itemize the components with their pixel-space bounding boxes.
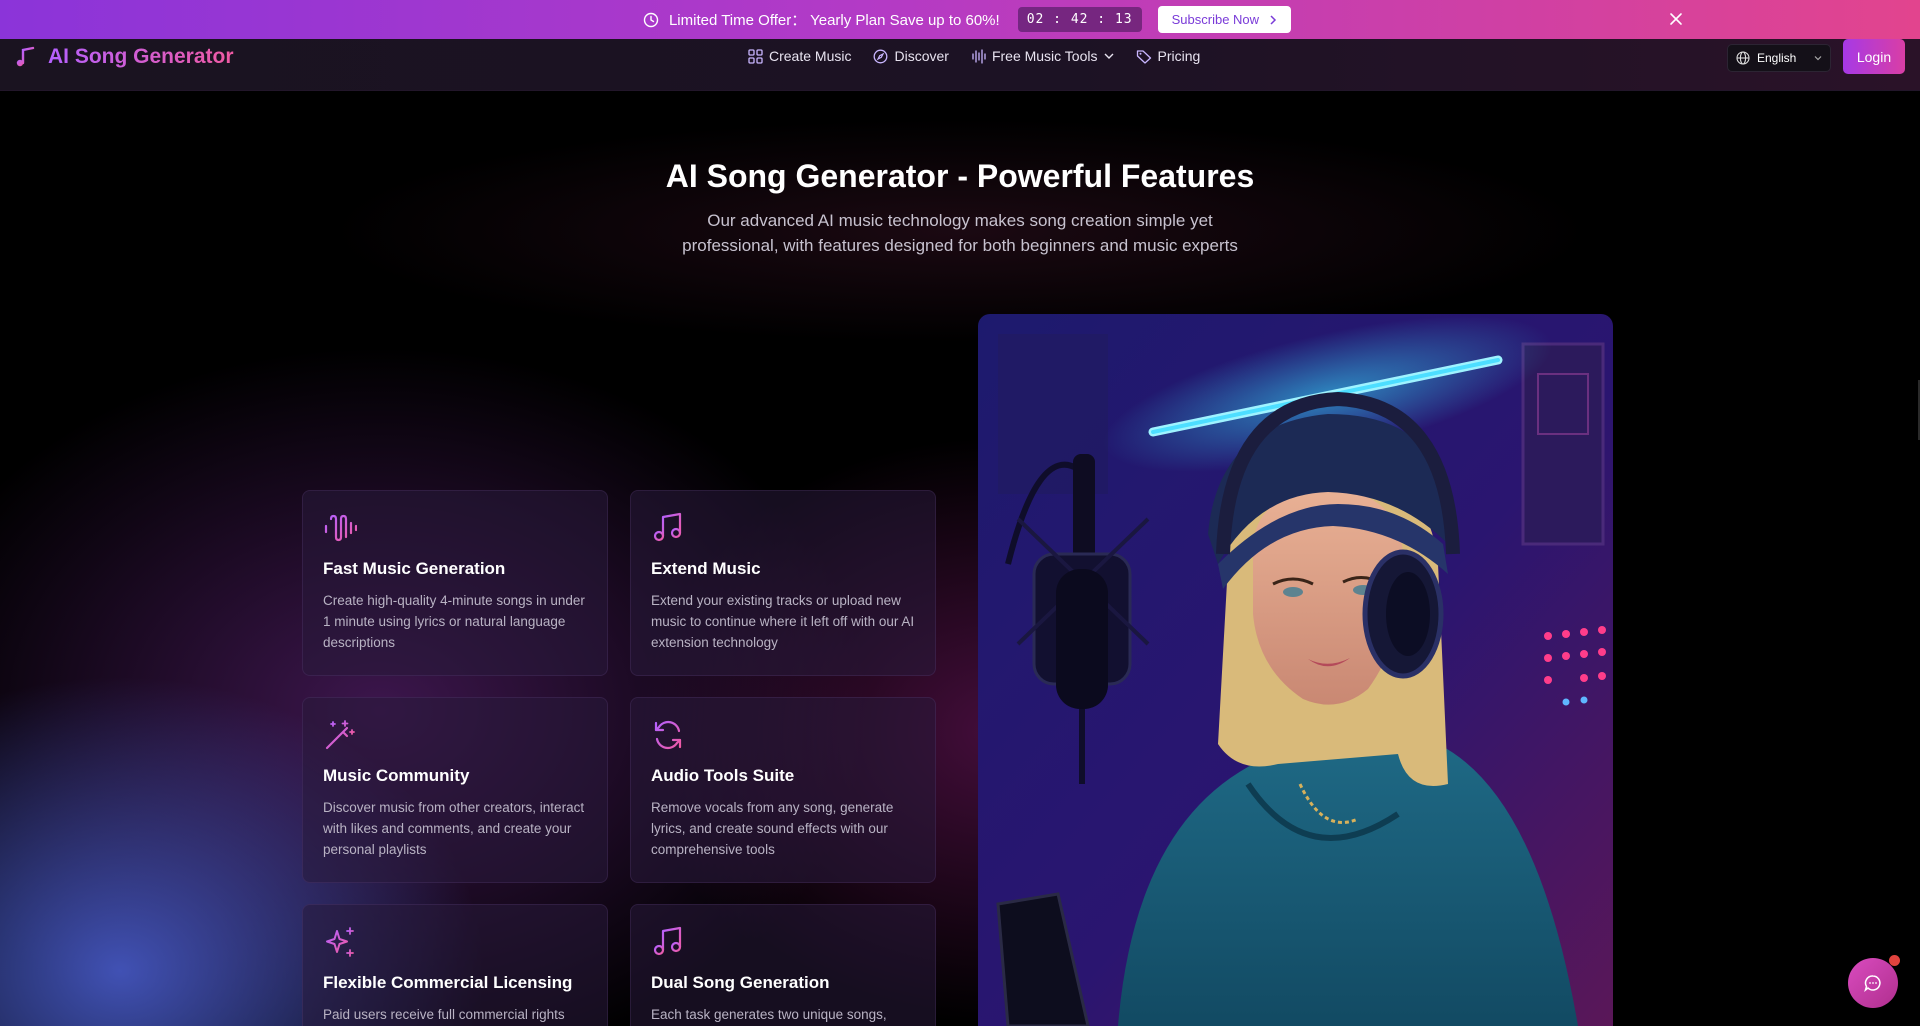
- feature-title: Audio Tools Suite: [651, 766, 795, 785]
- chat-support-button[interactable]: [1848, 958, 1898, 1008]
- grid-icon: [748, 48, 763, 64]
- feature-title: Dual Song Generation: [651, 973, 830, 992]
- chevron-down-icon: [1104, 53, 1113, 59]
- feature-card-music-community: Music Community Discover music from othe…: [302, 697, 608, 883]
- feature-card-extend-music: Extend Music Extend your existing tracks…: [630, 490, 936, 676]
- nav-pricing-label: Pricing: [1157, 48, 1201, 64]
- feature-card-flexible-commercial-licensing: Flexible Commercial Licensing Paid users…: [302, 904, 608, 1026]
- feature-card-audio-tools-suite: Audio Tools Suite Remove vocals from any…: [630, 697, 936, 883]
- nav-discover[interactable]: Discover: [873, 48, 949, 64]
- chevron-right-icon: [1270, 14, 1277, 25]
- waveform-icon: [972, 48, 986, 64]
- feature-card-fast-music-generation: Fast Music Generation Create high-qualit…: [302, 490, 608, 676]
- nav-free-music-tools-label: Free Music Tools: [991, 48, 1098, 64]
- language-value: English: [1757, 51, 1797, 65]
- tag-icon: [1136, 49, 1151, 64]
- feature-title: Flexible Commercial Licensing: [323, 973, 573, 992]
- site-header: AI Song Generator Create Music Discover …: [0, 39, 1920, 91]
- feature-description: Paid users receive full commercial right…: [323, 1007, 565, 1022]
- studio-illustration: [978, 314, 1613, 1026]
- feature-description: Extend your existing tracks or upload ne…: [651, 593, 915, 650]
- section-subtitle: Our advanced AI music technology makes s…: [682, 211, 1238, 255]
- nav-free-music-tools[interactable]: Free Music Tools: [971, 48, 1114, 64]
- brand-title: AI Song Generator: [48, 45, 234, 68]
- close-icon[interactable]: [1667, 10, 1685, 28]
- section-title: AI Song Generator - Powerful Features: [665, 158, 1255, 194]
- promo-banner: Limited Time Offer： Yearly Plan Save up …: [0, 0, 1920, 39]
- waveform-icon: [324, 514, 357, 542]
- nav-create-music-label: Create Music: [769, 48, 852, 64]
- compass-icon: [874, 49, 888, 63]
- feature-description: Discover music from other creators, inte…: [323, 800, 585, 857]
- feature-description: Remove vocals from any song, generate ly…: [651, 800, 894, 857]
- nav-discover-label: Discover: [894, 48, 949, 64]
- magic-wand-icon: [325, 720, 355, 750]
- music-note-icon: [653, 926, 682, 956]
- login-button[interactable]: Login: [1843, 39, 1905, 74]
- brand-logo[interactable]: AI Song Generator: [14, 45, 234, 69]
- music-note-icon: [16, 46, 35, 67]
- feature-title: Fast Music Generation: [323, 559, 506, 578]
- feature-title: Music Community: [323, 766, 470, 785]
- subscribe-now-label: Subscribe Now: [1171, 12, 1260, 27]
- sparkles-icon: [326, 927, 354, 957]
- refresh-icon: [654, 720, 682, 750]
- feature-title: Extend Music: [651, 559, 761, 578]
- notification-dot: [1889, 955, 1900, 966]
- clock-icon: [643, 12, 659, 27]
- feature-description: Create high-quality 4-minute songs in un…: [323, 593, 585, 650]
- main-nav: Create Music Discover Free Music Tools P…: [748, 48, 1200, 64]
- promo-text: Limited Time Offer： Yearly Plan Save up …: [668, 12, 1000, 29]
- chevron-down-icon: [1814, 56, 1822, 61]
- chat-bubble-icon: [1864, 975, 1881, 993]
- language-select[interactable]: English: [1727, 44, 1831, 72]
- feature-card-dual-song-generation: Dual Song Generation Each task generates…: [630, 904, 936, 1026]
- feature-description: Each task generates two unique songs,: [651, 1007, 887, 1022]
- countdown-timer: 02 : 42 : 13: [1017, 7, 1142, 32]
- nav-create-music[interactable]: Create Music: [748, 48, 851, 64]
- nav-pricing[interactable]: Pricing: [1136, 48, 1201, 64]
- subscribe-now-button[interactable]: Subscribe Now: [1157, 6, 1292, 33]
- globe-icon: [1736, 51, 1750, 65]
- music-note-icon: [653, 512, 682, 542]
